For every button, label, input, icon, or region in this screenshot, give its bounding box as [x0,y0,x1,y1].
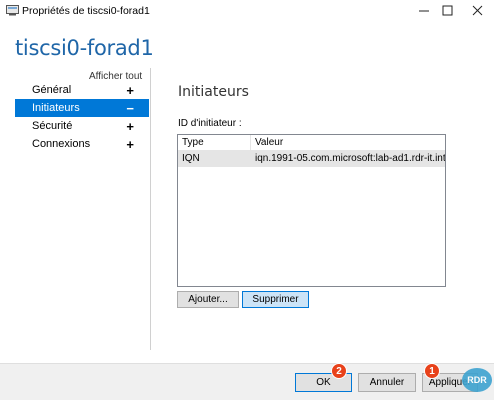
close-icon [472,5,483,16]
step-badge-apply: 1 [424,363,440,379]
sidebar-nav: Général + Initiateurs − Sécurité + Conne… [15,81,149,153]
delete-button[interactable]: Supprimer [242,291,309,308]
maximize-icon [442,5,453,16]
sidebar-item-label: Connexions [32,138,91,150]
row-value: iqn.1991-05.com.microsoft:lab-ad1.rdr-it… [255,153,445,164]
nav-divider [150,68,151,350]
watermark-logo: RDR [462,368,492,392]
window-title: Propriétés de tiscsi0-forad1 [22,5,150,17]
expand-icon: + [126,136,134,152]
sidebar-item-initiators[interactable]: Initiateurs − [15,99,149,117]
section-title: Initiateurs [178,84,249,100]
sidebar-item-label: Général [32,84,72,96]
add-button[interactable]: Ajouter... [177,291,239,308]
maximize-button[interactable] [432,0,462,22]
cancel-button[interactable]: Annuler [358,373,416,392]
initiator-list[interactable]: Type Valeur IQN iqn.1991-05.com.microsof… [177,134,446,287]
sidebar-item-label: Sécurité [32,120,73,132]
expand-icon: + [126,118,134,134]
step-badge-ok: 2 [331,363,347,379]
initiator-id-label: ID d'initiateur : [178,118,242,129]
sidebar-item-label: Initiateurs [32,102,80,114]
collapse-icon: − [126,100,134,116]
table-row[interactable]: IQN iqn.1991-05.com.microsoft:lab-ad1.rd… [178,151,445,167]
page-title: tiscsi0-forad1 [15,36,154,60]
column-header-value[interactable]: Valeur [251,135,445,150]
sidebar-item-connections[interactable]: Connexions + [15,135,149,153]
sidebar-item-security[interactable]: Sécurité + [15,117,149,135]
list-header: Type Valeur [178,135,445,151]
title-bar: Propriétés de tiscsi0-forad1 [0,0,494,22]
expand-icon: + [126,82,134,98]
dialog-footer [0,363,494,400]
column-header-type[interactable]: Type [178,135,251,150]
server-icon [6,5,19,16]
sidebar-item-general[interactable]: Général + [15,81,149,99]
close-button[interactable] [462,0,492,22]
row-type: IQN [182,153,200,164]
